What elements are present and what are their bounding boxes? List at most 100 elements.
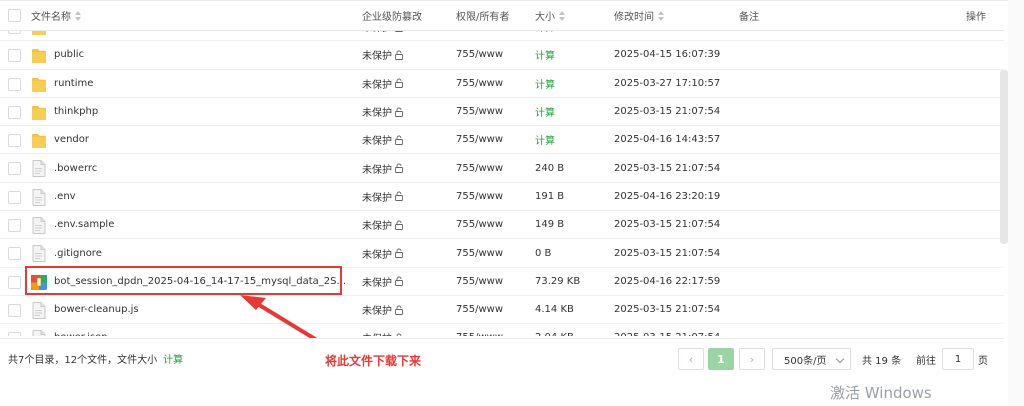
table-row[interactable]: .env 未保护 755/www 191 B 2025-04-16 23:20:19: [0, 183, 1004, 212]
file-size: 149 B: [535, 219, 565, 231]
file-name[interactable]: bower.json: [54, 324, 108, 336]
file-name[interactable]: runtime: [54, 70, 93, 97]
unlock-icon: [394, 191, 404, 202]
permission[interactable]: 755/www: [456, 70, 503, 97]
protect-status[interactable]: 未保护: [362, 324, 404, 336]
unlock-icon: [394, 135, 404, 145]
calc-size-link[interactable]: 计算: [535, 41, 555, 68]
file-name[interactable]: .bowerrc: [54, 154, 97, 181]
permission[interactable]: 755/www: [456, 31, 503, 40]
folder-icon: [32, 31, 46, 36]
row-checkbox[interactable]: [8, 31, 21, 34]
header-remark: 备注: [739, 12, 759, 23]
table-row[interactable]: .env.sample 未保护 755/www 149 B 2025-03-15 21:…: [0, 211, 1004, 240]
vertical-scrollbar[interactable]: [1000, 70, 1008, 244]
protect-status[interactable]: 未保护: [362, 296, 404, 323]
file-manager: 文件名称 企业级防篡改 权限/所有者 大小 修改时间 备注 操作 sitemap…: [0, 0, 1024, 406]
file-size: 2.04 KB: [535, 324, 574, 336]
unlock-icon: [394, 305, 404, 315]
permission[interactable]: 755/www: [456, 211, 503, 238]
table-row[interactable]: sitemap 未保护 755/www 计算 2025-03-15 21:07:54: [0, 31, 1004, 42]
protect-status[interactable]: 未保护: [362, 183, 404, 210]
file-name[interactable]: sitemap: [54, 31, 94, 40]
table-row[interactable]: .bowerrc 未保护 755/www 240 B 2025-03-15 21:07:…: [0, 154, 1004, 183]
protect-status[interactable]: 未保护: [362, 154, 404, 181]
right-gutter: [1008, 0, 1024, 406]
calc-size-link[interactable]: 计算: [535, 70, 555, 97]
sort-icon[interactable]: [658, 10, 665, 22]
permission[interactable]: 755/www: [456, 296, 503, 323]
file-name[interactable]: bower-cleanup.js: [54, 296, 139, 323]
row-checkbox[interactable]: [8, 275, 21, 289]
header-name[interactable]: 文件名称: [31, 1, 82, 30]
row-checkbox[interactable]: [8, 332, 21, 336]
row-checkbox[interactable]: [8, 162, 21, 176]
row-checkbox[interactable]: [8, 219, 21, 233]
protect-status[interactable]: 未保护: [362, 239, 404, 266]
jump-page-input[interactable]: 1: [942, 348, 974, 370]
protect-status[interactable]: 未保护: [362, 211, 404, 238]
modified-time: 2025-04-16 22:17:59: [614, 275, 721, 287]
calc-size-link[interactable]: 计算: [535, 126, 555, 153]
file-name[interactable]: .env.sample: [54, 211, 114, 238]
unlock-icon: [394, 78, 404, 89]
permission[interactable]: 755/www: [456, 268, 503, 295]
permission[interactable]: 755/www: [456, 324, 503, 336]
file-size: 0 B: [535, 247, 552, 259]
next-page-button[interactable]: ›: [739, 348, 765, 370]
table-row[interactable]: public 未保护 755/www 计算 2025-04-15 16:07:39: [0, 41, 1004, 70]
row-checkbox[interactable]: [8, 49, 21, 63]
permission[interactable]: 755/www: [456, 98, 503, 125]
table-row[interactable]: bower-cleanup.js 未保护 755/www 4.14 KB 2025-03…: [0, 296, 1004, 325]
protect-label: 未保护: [362, 330, 392, 336]
unlock-icon: [394, 248, 404, 258]
modified-time: 2025-03-15 21:07:54: [614, 247, 721, 259]
permission[interactable]: 755/www: [456, 154, 503, 181]
protect-status[interactable]: 未保护: [362, 126, 404, 153]
calc-total-size-link[interactable]: 计算: [163, 355, 183, 366]
windows-activation-watermark: 激活 Windows: [830, 384, 932, 402]
row-checkbox[interactable]: [8, 303, 21, 317]
file-name[interactable]: .env: [54, 183, 76, 210]
permission[interactable]: 755/www: [456, 183, 503, 210]
unlock-icon: [394, 31, 404, 32]
row-checkbox[interactable]: [8, 247, 21, 261]
table-row[interactable]: vendor 未保护 755/www 计算 2025-04-16 14:43:57: [0, 126, 1004, 155]
header-size[interactable]: 大小: [535, 1, 566, 30]
sort-icon[interactable]: [75, 10, 82, 22]
row-checkbox[interactable]: [8, 190, 21, 204]
file-name[interactable]: .gitignore: [54, 239, 102, 266]
table-row[interactable]: .gitignore 未保护 755/www 0 B 2025-03-15 21:07:…: [0, 239, 1004, 268]
permission[interactable]: 755/www: [456, 239, 503, 266]
current-page-button[interactable]: 1: [708, 348, 734, 370]
file-name[interactable]: public: [54, 41, 84, 68]
protect-status[interactable]: 未保护: [362, 41, 404, 68]
folder-icon: [32, 76, 46, 93]
header-mtime[interactable]: 修改时间: [614, 1, 665, 30]
sort-icon[interactable]: [559, 10, 566, 22]
protect-status[interactable]: 未保护: [362, 268, 404, 295]
select-all-checkbox[interactable]: [8, 9, 21, 22]
permission[interactable]: 755/www: [456, 41, 503, 68]
row-checkbox[interactable]: [8, 105, 21, 119]
file-size: 191 B: [535, 190, 565, 202]
file-name[interactable]: thinkphp: [54, 98, 98, 125]
calc-size-link[interactable]: 计算: [535, 98, 555, 125]
row-checkbox[interactable]: [8, 134, 21, 148]
table-row[interactable]: thinkphp 未保护 755/www 计算 2025-03-15 21:07:54: [0, 98, 1004, 127]
permission[interactable]: 755/www: [456, 126, 503, 153]
file-name[interactable]: vendor: [54, 126, 89, 153]
protect-label: 未保护: [362, 108, 392, 120]
page-size-select[interactable]: 500条/页: [772, 348, 851, 370]
prev-page-button[interactable]: ‹: [678, 348, 704, 370]
jump-unit: 页: [978, 356, 988, 367]
file-icon: [32, 160, 46, 178]
protect-status[interactable]: 未保护: [362, 98, 404, 125]
protect-status[interactable]: 未保护: [362, 31, 404, 40]
table-row[interactable]: bower.json 未保护 755/www 2.04 KB 2025-03-15 21…: [0, 324, 1004, 336]
dir-summary: 共7个目录，12个文件，文件大小 计算: [8, 355, 184, 366]
row-checkbox[interactable]: [8, 77, 21, 91]
calc-size-link[interactable]: 计算: [535, 31, 555, 40]
table-row[interactable]: runtime 未保护 755/www 计算 2025-03-27 17:10:57: [0, 70, 1004, 98]
protect-status[interactable]: 未保护: [362, 70, 404, 97]
